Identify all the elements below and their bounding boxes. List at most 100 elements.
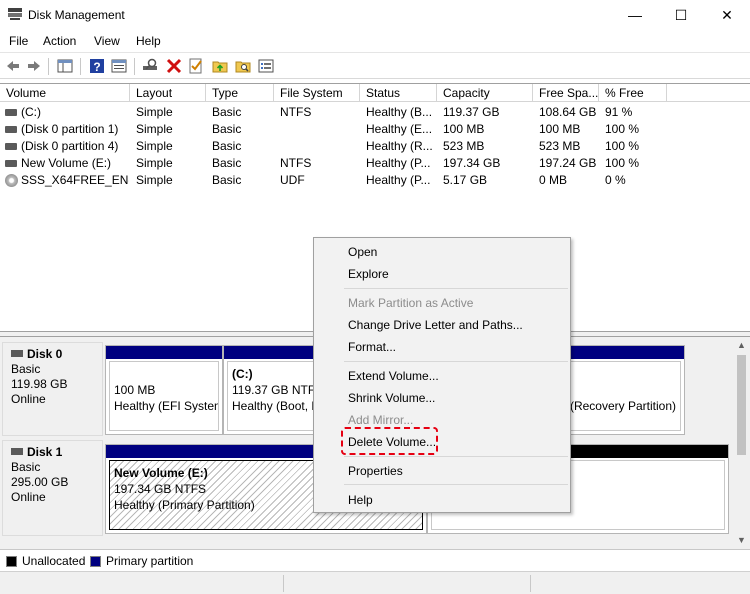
cell-type: Basic xyxy=(212,173,242,187)
table-row[interactable]: (C:) Simple Basic NTFS Healthy (B... 119… xyxy=(0,104,750,121)
menu-action[interactable]: Action xyxy=(43,34,76,48)
unallocated-swatch xyxy=(6,556,17,567)
disk-management-icon xyxy=(8,8,22,20)
disk-1-state: Online xyxy=(11,490,46,504)
menu-separator xyxy=(344,484,568,485)
cell-layout: Simple xyxy=(136,173,173,187)
drive-icon xyxy=(5,143,17,150)
disk-icon xyxy=(11,350,23,357)
column-capacity[interactable]: Capacity xyxy=(437,84,533,102)
rescan-icon[interactable] xyxy=(142,58,158,74)
menu-item-format[interactable]: Format... xyxy=(348,338,396,356)
cell-layout: Simple xyxy=(136,122,173,136)
cell-volume: New Volume (E:) xyxy=(21,156,112,170)
cell-free-space: 0 MB xyxy=(539,173,568,187)
cell-status: Healthy (E... xyxy=(366,122,433,136)
status-separator xyxy=(283,575,284,592)
menu-separator xyxy=(344,288,568,289)
menu-item-extend-volume[interactable]: Extend Volume... xyxy=(348,367,439,385)
help-icon[interactable]: ? xyxy=(89,58,105,74)
partition-status: Healthy (EFI System xyxy=(114,399,219,413)
disk-0-label[interactable]: Disk 0 Basic 119.98 GB Online xyxy=(2,342,103,436)
partition-size: 119.37 GB NTFS xyxy=(232,383,319,397)
drive-icon xyxy=(5,160,17,167)
column-status[interactable]: Status xyxy=(360,84,437,102)
legend-unallocated: Unallocated xyxy=(22,554,86,568)
menu-help[interactable]: Help xyxy=(136,34,161,48)
menu-item-properties[interactable]: Properties xyxy=(348,462,403,480)
toolbar: ? xyxy=(0,52,750,79)
cell-percent-free: 91 % xyxy=(605,105,633,119)
close-button[interactable]: ✕ xyxy=(704,0,750,30)
disk-0-name: Disk 0 xyxy=(27,347,63,361)
cell-volume: (Disk 0 partition 4) xyxy=(21,139,119,153)
menu-item-explore[interactable]: Explore xyxy=(348,265,389,283)
back-arrow-icon[interactable] xyxy=(5,58,21,74)
cell-capacity: 197.34 GB xyxy=(443,156,501,170)
status-bar xyxy=(0,571,750,594)
scroll-down-button[interactable]: ▼ xyxy=(733,532,750,549)
cell-file-system: NTFS xyxy=(280,156,312,170)
column-file-system[interactable]: File System xyxy=(274,84,360,102)
cell-type: Basic xyxy=(212,139,242,153)
menu-file[interactable]: File xyxy=(9,34,28,48)
disk-1-label[interactable]: Disk 1 Basic 295.00 GB Online xyxy=(2,440,103,536)
menu-item-shrink-volume[interactable]: Shrink Volume... xyxy=(348,389,435,407)
cell-percent-free: 0 % xyxy=(605,173,626,187)
svg-text:?: ? xyxy=(93,60,100,74)
cd-drive-icon xyxy=(5,174,18,187)
menu-view[interactable]: View xyxy=(94,34,120,48)
toolbar-separator xyxy=(80,58,81,75)
column-volume[interactable]: Volume xyxy=(0,84,130,102)
disk-0-size: 119.98 GB xyxy=(11,377,68,391)
cell-file-system: UDF xyxy=(280,173,305,187)
partition-title: (C:) xyxy=(232,367,253,381)
toolbar-separator xyxy=(48,58,49,75)
cell-layout: Simple xyxy=(136,105,173,119)
checklist-icon[interactable] xyxy=(188,58,204,74)
cell-free-space: 108.64 GB xyxy=(539,105,597,119)
properties-icon[interactable] xyxy=(111,58,127,74)
column-percent-free[interactable]: % Free xyxy=(599,84,667,102)
cell-layout: Simple xyxy=(136,156,173,170)
scroll-up-button[interactable]: ▲ xyxy=(733,337,750,354)
console-tree-icon[interactable] xyxy=(57,58,73,74)
cell-volume: (Disk 0 partition 1) xyxy=(21,122,119,136)
cell-percent-free: 100 % xyxy=(605,139,640,153)
column-type[interactable]: Type xyxy=(206,84,274,102)
cell-status: Healthy (R... xyxy=(366,139,433,153)
cell-status: Healthy (P... xyxy=(366,156,431,170)
disk-0-efi-partition[interactable]: 100 MB Healthy (EFI System xyxy=(105,345,223,435)
cell-free-space: 100 MB xyxy=(539,122,581,136)
table-row[interactable]: (Disk 0 partition 4) Simple Basic Health… xyxy=(0,138,750,155)
context-menu: Open Explore Mark Partition as Active Ch… xyxy=(313,237,571,513)
options-icon[interactable] xyxy=(258,58,274,74)
forward-arrow-icon[interactable] xyxy=(26,58,42,74)
menu-bar: File Action View Help xyxy=(0,30,750,52)
table-row[interactable]: (Disk 0 partition 1) Simple Basic Health… xyxy=(0,121,750,138)
cell-capacity: 100 MB xyxy=(443,122,485,136)
partition-size: 100 MB xyxy=(114,383,156,397)
minimize-button[interactable]: — xyxy=(612,0,658,30)
table-row[interactable]: SSS_X64FREE_EN-... Simple Basic UDF Heal… xyxy=(0,172,750,189)
cell-type: Basic xyxy=(212,156,242,170)
graphical-view-scrollbar[interactable]: ▲ ▼ xyxy=(733,337,750,549)
table-row[interactable]: New Volume (E:) Simple Basic NTFS Health… xyxy=(0,155,750,172)
menu-item-help[interactable]: Help xyxy=(348,491,373,509)
column-layout[interactable]: Layout xyxy=(130,84,206,102)
maximize-button[interactable]: ☐ xyxy=(658,0,704,30)
cell-free-space: 523 MB xyxy=(539,139,581,153)
search-folder-icon[interactable] xyxy=(235,58,251,74)
scroll-thumb[interactable] xyxy=(737,355,746,455)
cell-type: Basic xyxy=(212,122,242,136)
cell-free-space: 197.24 GB xyxy=(539,156,597,170)
cell-capacity: 523 MB xyxy=(443,139,485,153)
delete-icon[interactable] xyxy=(166,58,182,74)
disk-0-c-partition[interactable]: (C:) 119.37 GB NTFS Healthy (Boot, P xyxy=(223,345,323,435)
window-title: Disk Management xyxy=(28,8,125,22)
menu-item-open[interactable]: Open xyxy=(348,243,377,261)
toolbar-separator xyxy=(134,58,135,75)
menu-item-change-drive-letter[interactable]: Change Drive Letter and Paths... xyxy=(348,316,523,334)
folder-up-icon[interactable] xyxy=(212,58,228,74)
column-free-space[interactable]: Free Spa... xyxy=(533,84,599,102)
